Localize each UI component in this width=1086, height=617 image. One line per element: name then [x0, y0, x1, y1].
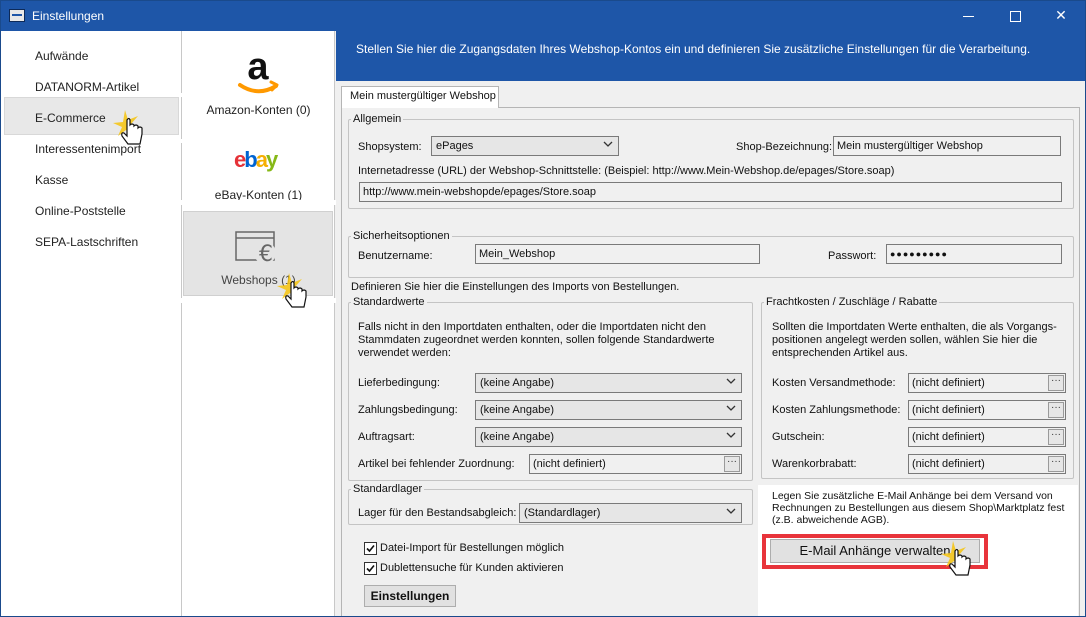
kosten-versand-label: Kosten Versandmethode: — [772, 377, 896, 389]
email-description: Legen Sie zusätzliche E-Mail Anhänge bei… — [772, 490, 1065, 526]
sidebar: Aufwände DATANORM-Artikel E-Commerce Int… — [1, 31, 189, 616]
chevron-down-icon — [726, 432, 736, 438]
app-icon — [9, 9, 25, 22]
checkmark-icon — [366, 564, 375, 573]
maximize-button[interactable] — [992, 1, 1038, 31]
artikel-zuordnung-label: Artikel bei fehlender Zuordnung: — [358, 458, 515, 470]
chevron-down-icon — [603, 141, 613, 147]
fracht-description: Sollten die Importdaten Werte enthalten,… — [772, 321, 1057, 359]
lager-dropdown[interactable]: (Standardlager) — [519, 503, 742, 523]
url-label: Internetadresse (URL) der Webshop-Schnit… — [358, 165, 895, 177]
svg-text:€: € — [259, 242, 273, 265]
shop-bezeichnung-label: Shop-Bezeichnung: — [736, 141, 833, 153]
artikel-zuordnung-picker[interactable]: (nicht definiert) ··· — [529, 454, 742, 474]
einstellungen-button[interactable]: Einstellungen — [364, 585, 456, 607]
settings-window: Einstellungen ✕ Aufwände DATANORM-Artike… — [0, 0, 1086, 617]
gutschein-label: Gutschein: — [772, 431, 825, 443]
group-standardwerte-legend: Standardwerte — [353, 296, 425, 308]
amazon-icon[interactable]: a — [235, 49, 281, 99]
username-label: Benutzername: — [358, 250, 433, 262]
import-intro-text: Definieren Sie hier die Einstellungen de… — [351, 281, 680, 293]
ellipsis-button[interactable]: ··· — [1048, 456, 1064, 472]
lieferbedingung-value: (keine Angabe) — [480, 377, 554, 389]
hand-cursor-icon — [113, 110, 143, 145]
group-standardlager-legend: Standardlager — [353, 483, 423, 495]
ellipsis-button[interactable]: ··· — [1048, 402, 1064, 418]
dubletten-label[interactable]: Dublettensuche für Kunden aktivieren — [380, 562, 563, 574]
group-fracht-legend: Frachtkosten / Zuschläge / Rabatte — [766, 296, 938, 308]
sidebar-item-sepa[interactable]: SEPA-Lastschriften — [35, 235, 138, 249]
kosten-versand-picker[interactable]: (nicht definiert) ··· — [908, 373, 1066, 393]
ebay-letter-y: y — [265, 147, 278, 172]
close-button[interactable]: ✕ — [1038, 1, 1084, 31]
lieferbedingung-label: Lieferbedingung: — [358, 377, 440, 389]
username-field[interactable]: Mein_Webshop — [475, 244, 760, 264]
info-banner: Stellen Sie hier die Zugangsdaten Ihres … — [336, 31, 1085, 81]
ebay-letter-e: e — [234, 147, 246, 172]
kosten-zahlung-label: Kosten Zahlungsmethode: — [772, 404, 901, 416]
ebay-icon[interactable]: ebay — [234, 147, 278, 173]
datei-import-checkbox[interactable] — [364, 542, 377, 555]
password-field[interactable]: ●●●●●●●●● — [886, 244, 1062, 264]
title-bar: Einstellungen ✕ — [1, 1, 1085, 31]
sidebar-item-datanorm[interactable]: DATANORM-Artikel — [35, 80, 139, 94]
tab-webshop[interactable]: Mein mustergültiger Webshop — [341, 86, 499, 108]
webshop-euro-icon: € — [235, 231, 276, 265]
warenkorbrabatt-picker[interactable]: (nicht definiert) ··· — [908, 454, 1066, 474]
lager-label: Lager für den Bestandsabgleich: — [358, 507, 517, 519]
url-field[interactable]: http://www.mein-webshopde/epages/Store.s… — [359, 182, 1062, 202]
warenkorbrabatt-value: (nicht definiert) — [912, 458, 985, 470]
gutschein-picker[interactable]: (nicht definiert) ··· — [908, 427, 1066, 447]
shop-bezeichnung-field[interactable]: Mein mustergültiger Webshop — [833, 136, 1061, 156]
webshops-label[interactable]: Webshops (1) — [182, 273, 335, 287]
kosten-zahlung-value: (nicht definiert) — [912, 404, 985, 416]
ellipsis-button[interactable]: ··· — [724, 456, 740, 472]
svg-text:a: a — [247, 49, 269, 88]
shopsystem-dropdown[interactable]: ePages — [431, 136, 619, 156]
checkmark-icon — [366, 544, 375, 553]
sidebar-item-aufwaende[interactable]: Aufwände — [35, 49, 88, 63]
warenkorbrabatt-label: Warenkorbrabatt: — [772, 458, 857, 470]
auftragsart-value: (keine Angabe) — [480, 431, 554, 443]
lager-value: (Standardlager) — [524, 507, 601, 519]
lieferbedingung-dropdown[interactable]: (keine Angabe) — [475, 373, 742, 393]
group-sicherheit-legend: Sicherheitsoptionen — [353, 230, 450, 242]
zahlungsbedingung-dropdown[interactable]: (keine Angabe) — [475, 400, 742, 420]
ellipsis-button[interactable]: ··· — [1048, 375, 1064, 391]
shopsystem-value: ePages — [436, 140, 474, 152]
sidebar-item-kasse[interactable]: Kasse — [35, 173, 68, 187]
kosten-zahlung-picker[interactable]: (nicht definiert) ··· — [908, 400, 1066, 420]
auftragsart-label: Auftragsart: — [358, 431, 415, 443]
sidebar-item-online-poststelle[interactable]: Online-Poststelle — [35, 204, 126, 218]
ellipsis-button[interactable]: ··· — [1048, 429, 1064, 445]
chevron-down-icon — [726, 378, 736, 384]
account-type-list: a Amazon-Konten (0) ebay eBay-Konten (1)… — [171, 31, 344, 616]
shopsystem-label: Shopsystem: — [358, 141, 422, 153]
kosten-versand-value: (nicht definiert) — [912, 377, 985, 389]
hand-cursor-icon — [941, 541, 971, 576]
artikel-zuordnung-value: (nicht definiert) — [533, 458, 606, 470]
dubletten-checkbox[interactable] — [364, 562, 377, 575]
zahlungsbedingung-label: Zahlungsbedingung: — [358, 404, 458, 416]
auftragsart-dropdown[interactable]: (keine Angabe) — [475, 427, 742, 447]
minimize-button[interactable] — [946, 1, 992, 31]
ebay-letter-b: b — [244, 147, 258, 172]
amazon-accounts-label[interactable]: Amazon-Konten (0) — [182, 103, 335, 117]
chevron-down-icon — [726, 405, 736, 411]
standardwerte-description: Falls nicht in den Importdaten enthalten… — [358, 321, 715, 359]
window-title: Einstellungen — [32, 9, 105, 23]
ebay-letter-a: a — [255, 147, 268, 172]
chevron-down-icon — [726, 508, 736, 514]
zahlungsbedingung-value: (keine Angabe) — [480, 404, 554, 416]
sidebar-item-ecommerce[interactable]: E-Commerce — [35, 111, 106, 125]
group-allgemein-legend: Allgemein — [353, 113, 402, 125]
password-label: Passwort: — [828, 250, 877, 262]
hand-cursor-icon — [277, 273, 307, 308]
gutschein-value: (nicht definiert) — [912, 431, 985, 443]
datei-import-label[interactable]: Datei-Import für Bestellungen möglich — [380, 542, 564, 554]
